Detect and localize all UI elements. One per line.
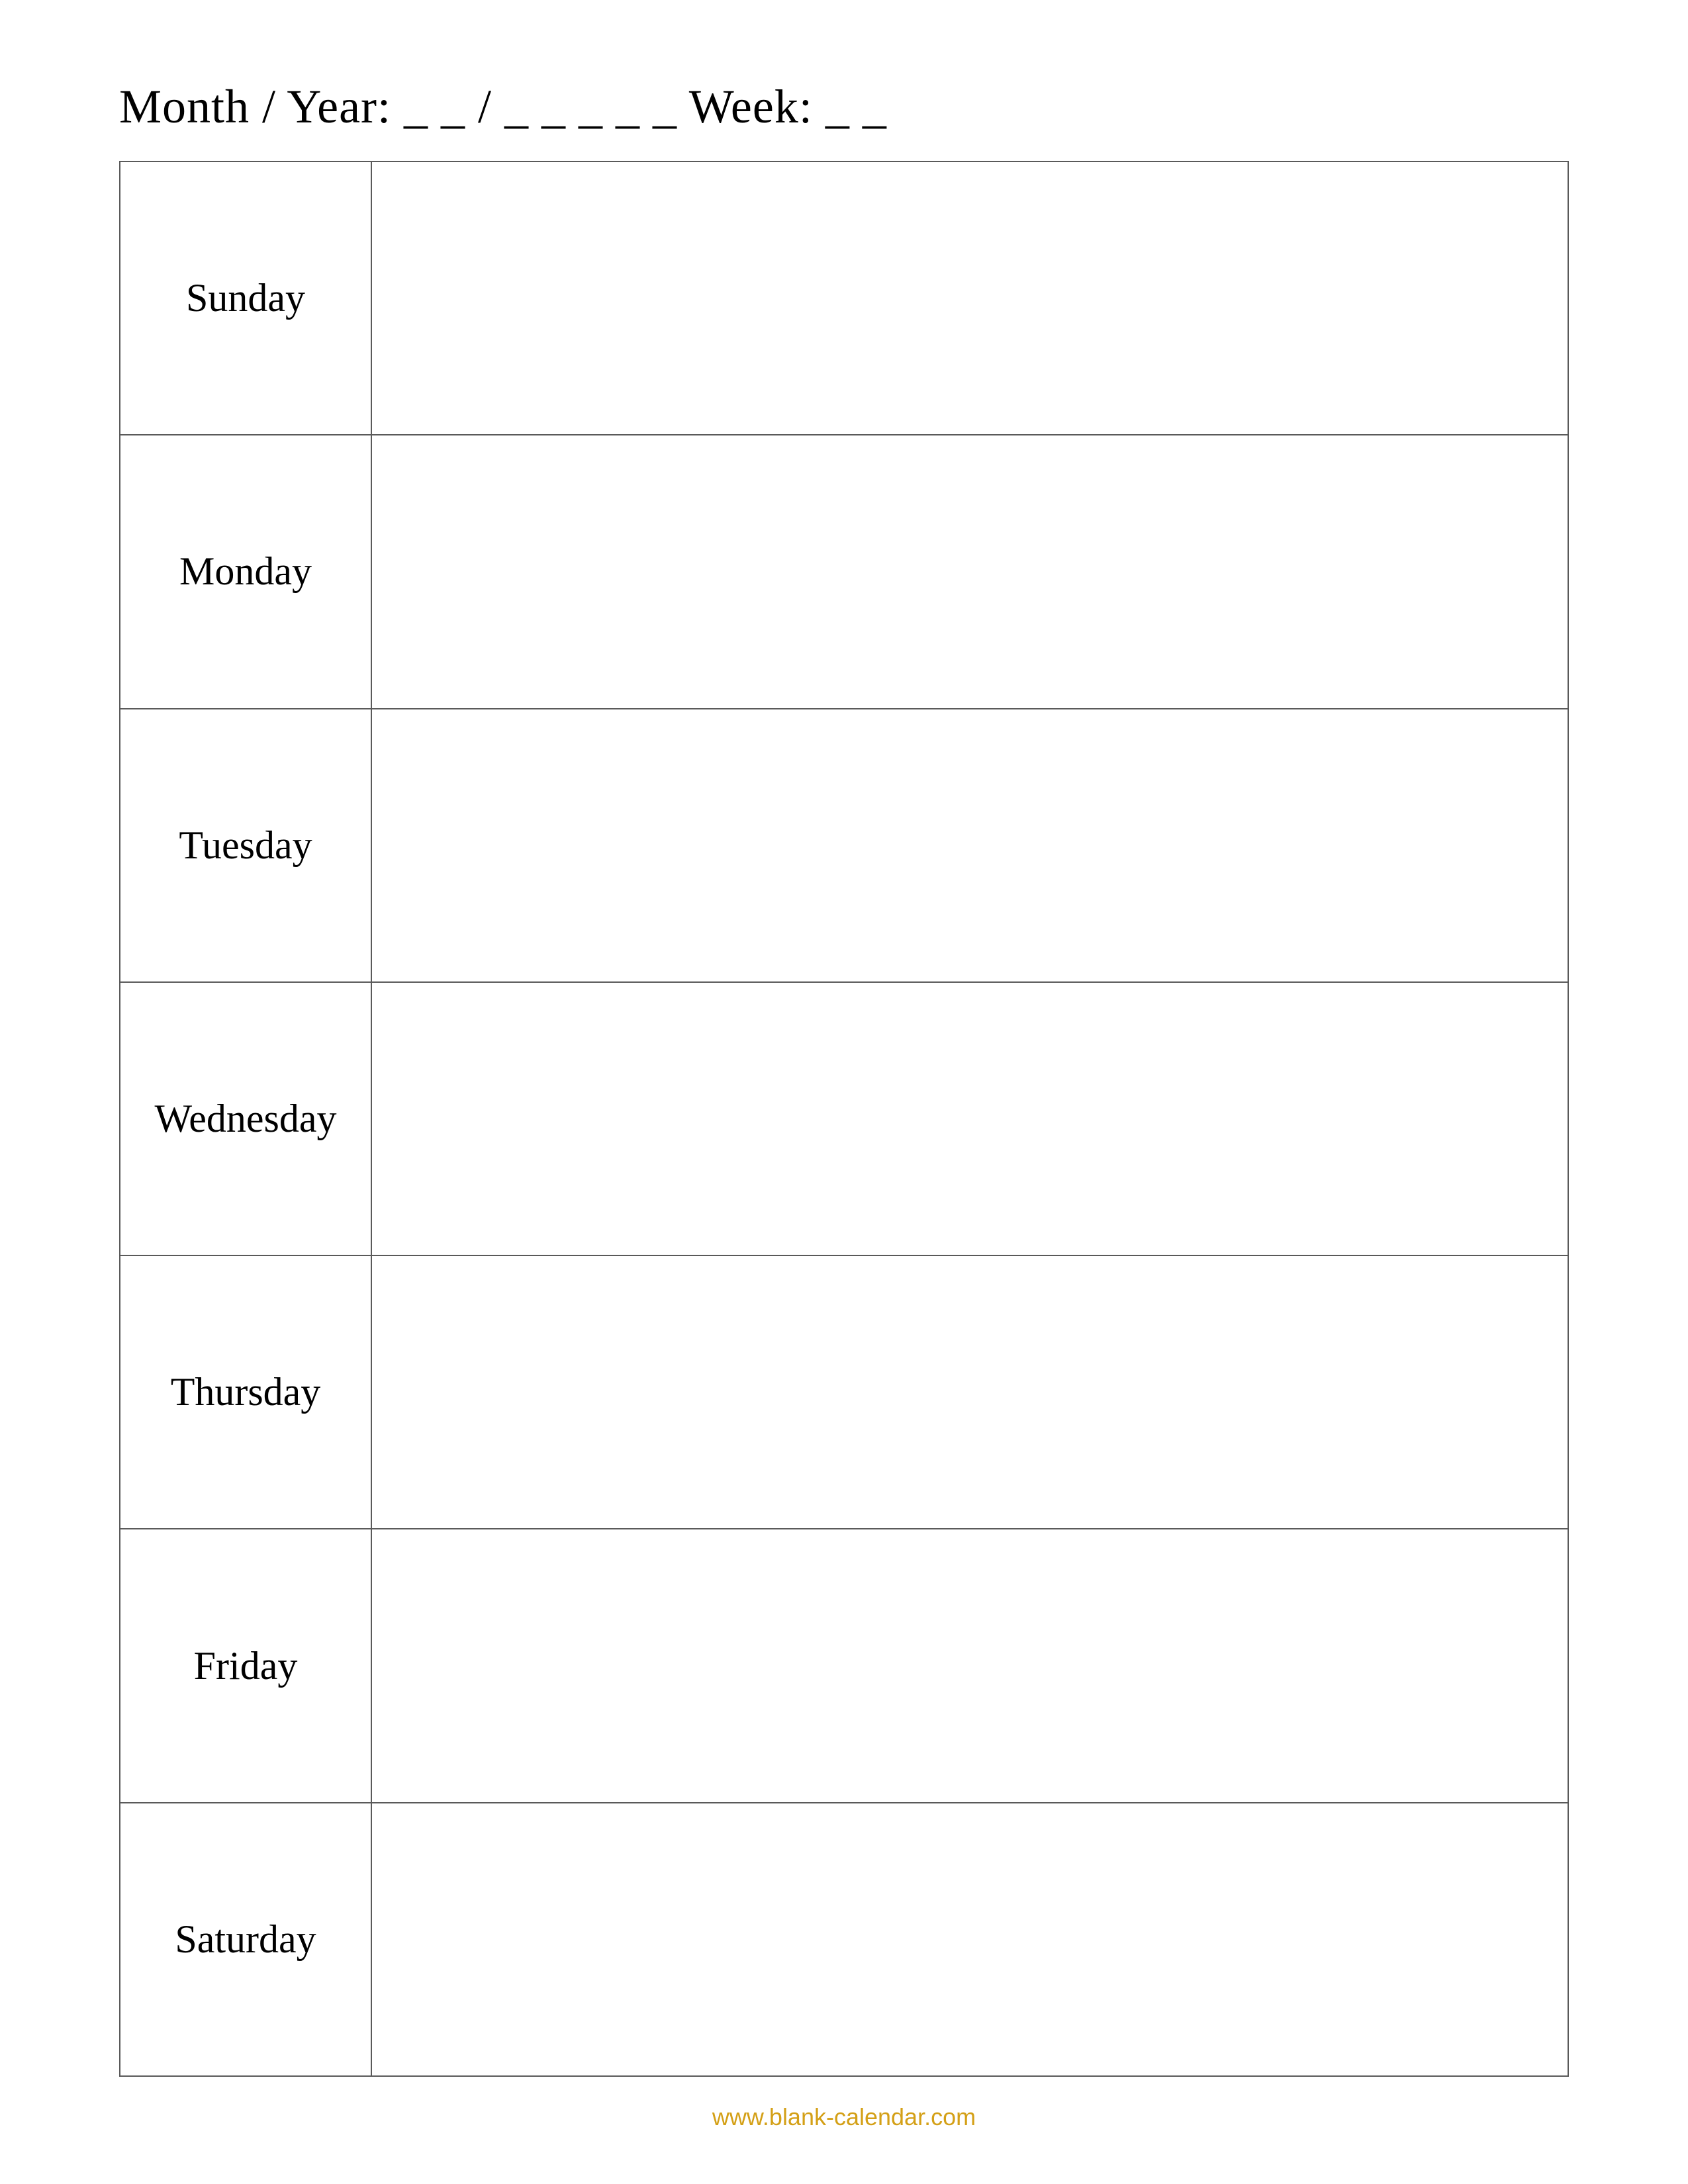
day-content-area[interactable] (371, 1255, 1568, 1529)
day-content-area[interactable] (371, 1529, 1568, 1802)
footer: www.blank-calendar.com (712, 2103, 976, 2131)
day-label: Monday (120, 435, 371, 708)
calendar-row: Saturday (120, 1803, 1568, 2076)
footer-url: www.blank-calendar.com (712, 2103, 976, 2130)
calendar-row: Thursday (120, 1255, 1568, 1529)
calendar-row: Sunday (120, 161, 1568, 435)
calendar-header: Month / Year: _ _ / _ _ _ _ _ Week: _ _ (119, 79, 1569, 134)
day-content-area[interactable] (371, 161, 1568, 435)
day-label: Tuesday (120, 709, 371, 982)
day-label: Friday (120, 1529, 371, 1802)
day-label: Sunday (120, 161, 371, 435)
day-label: Saturday (120, 1803, 371, 2076)
day-content-area[interactable] (371, 1803, 1568, 2076)
calendar-row: Wednesday (120, 982, 1568, 1255)
day-label: Wednesday (120, 982, 371, 1255)
header-title: Month / Year: _ _ / _ _ _ _ _ Week: _ _ (119, 79, 887, 134)
day-content-area[interactable] (371, 982, 1568, 1255)
calendar-row: Tuesday (120, 709, 1568, 982)
day-content-area[interactable] (371, 435, 1568, 708)
calendar-table: SundayMondayTuesdayWednesdayThursdayFrid… (119, 161, 1569, 2077)
day-content-area[interactable] (371, 709, 1568, 982)
calendar-row: Monday (120, 435, 1568, 708)
calendar-row: Friday (120, 1529, 1568, 1802)
day-label: Thursday (120, 1255, 371, 1529)
